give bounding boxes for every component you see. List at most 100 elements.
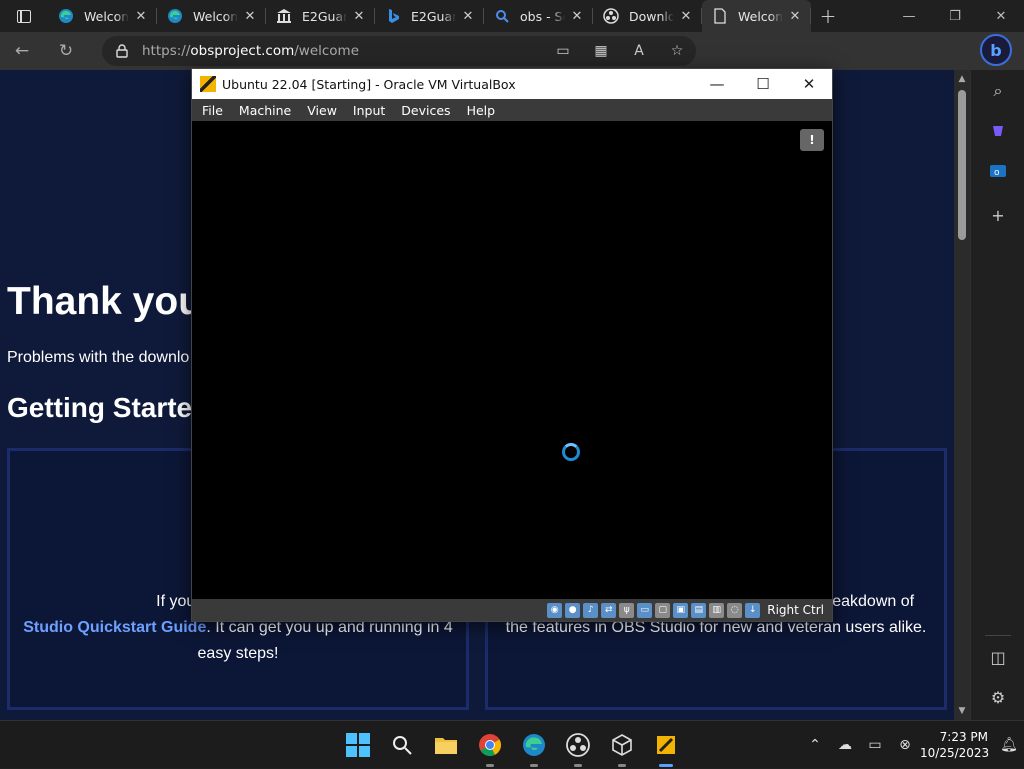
close-tab-icon[interactable]: ✕: [351, 9, 367, 24]
tab-e2guardian-2[interactable]: E2Guardian ✕: [375, 0, 484, 32]
running-indicator: [618, 764, 626, 767]
windows-taskbar: ⌃ ☁ ▭ ⊗ 7:23 PM 10/25/2023 🔔︎: [0, 720, 1024, 768]
vm-maximize-button[interactable]: ☐: [740, 69, 786, 99]
restore-button[interactable]: ❐: [932, 0, 978, 32]
edge-taskbar-icon[interactable]: [518, 729, 550, 767]
shopping-icon[interactable]: [985, 118, 1011, 144]
refresh-button[interactable]: ↻: [44, 32, 88, 70]
tab-strip: Welcome ✕ Welcome ✕ E2Guardian ✕ E2Guard…: [0, 0, 1024, 32]
read-aloud-icon[interactable]: A: [630, 42, 648, 60]
menu-machine[interactable]: Machine: [231, 103, 299, 118]
vm-close-button[interactable]: ✕: [786, 69, 832, 99]
running-indicator: [574, 764, 582, 767]
keyboard-capture-icon[interactable]: ↓: [745, 602, 761, 618]
virtualbox-manager-icon[interactable]: [606, 729, 638, 767]
bell-icon[interactable]: 🔔︎: [994, 737, 1024, 753]
clock[interactable]: 7:23 PM 10/25/2023: [920, 729, 994, 761]
getting-started-heading: Getting Starte: [7, 392, 193, 423]
menu-help[interactable]: Help: [459, 103, 504, 118]
tab-welcome-1[interactable]: Welcome ✕: [48, 0, 157, 32]
tab-actions-button[interactable]: [0, 0, 48, 32]
hard-disk-icon[interactable]: ◉: [547, 602, 563, 618]
card-text: . It can get you up and running in 4 eas…: [197, 619, 453, 662]
tab-download[interactable]: Download ✕: [593, 0, 702, 32]
cpu-icon[interactable]: ▥: [709, 602, 725, 618]
recording-icon[interactable]: ▣: [673, 602, 689, 618]
file-explorer-icon[interactable]: [430, 729, 462, 761]
browser-window-controls: — ❐ ✕: [886, 0, 1024, 32]
close-tab-icon[interactable]: ✕: [242, 9, 258, 24]
menu-input[interactable]: Input: [345, 103, 393, 118]
page-title: Thank you: [7, 280, 203, 323]
obs-taskbar-icon[interactable]: [562, 729, 594, 767]
menu-devices[interactable]: Devices: [393, 103, 458, 118]
outlook-icon[interactable]: o: [985, 158, 1011, 184]
close-tab-icon[interactable]: ✕: [133, 9, 149, 24]
virtualbox-vm-taskbar-icon[interactable]: [650, 729, 682, 767]
network-tray-icon[interactable]: ⊗: [890, 737, 920, 753]
chrome-icon[interactable]: [474, 729, 506, 767]
vm-title-bar[interactable]: Ubuntu 22.04 [Starting] - Oracle VM Virt…: [192, 69, 832, 99]
tab-welcome-active[interactable]: Welcome ✕: [702, 0, 811, 32]
close-tab-icon[interactable]: ✕: [678, 9, 694, 24]
show-hidden-icons-icon[interactable]: ⌃: [800, 737, 830, 753]
audio-icon[interactable]: ♪: [583, 602, 599, 618]
scroll-down-icon[interactable]: ▼: [957, 706, 967, 716]
close-tab-icon[interactable]: ✕: [460, 9, 476, 24]
quickstart-guide-link[interactable]: Studio Quickstart Guide: [23, 619, 206, 636]
tab-obs-search[interactable]: obs - Search ✕: [484, 0, 593, 32]
vm-menubar: File Machine View Input Devices Help: [192, 99, 832, 121]
onedrive-icon[interactable]: ☁: [830, 737, 860, 753]
usb-icon[interactable]: ψ: [619, 602, 635, 618]
vm-statusbar: ◉ ● ♪ ⇄ ψ ▭ ▢ ▣ ▤ ▥ ◌ ↓ Right Ctrl: [192, 599, 832, 621]
close-window-button[interactable]: ✕: [978, 0, 1024, 32]
network-icon[interactable]: ⇄: [601, 602, 617, 618]
vm-window-title: Ubuntu 22.04 [Starting] - Oracle VM Virt…: [222, 76, 516, 92]
vm-display[interactable]: !: [192, 121, 832, 599]
tab-title: E2Guardian: [302, 8, 347, 24]
menu-file[interactable]: File: [194, 103, 231, 118]
tab-welcome-2[interactable]: Welcome ✕: [157, 0, 266, 32]
app-available-icon[interactable]: ▭: [554, 42, 572, 60]
windows-logo-icon: [346, 733, 370, 757]
running-indicator: [530, 764, 538, 767]
edge-icon: [167, 8, 183, 24]
toolbar: ← ↻ https://obsproject.com/welcome ▭ ▦ A…: [0, 32, 1024, 96]
notification-icon[interactable]: !: [800, 129, 824, 151]
menu-view[interactable]: View: [299, 103, 345, 118]
mouse-integration-icon[interactable]: ◌: [727, 602, 743, 618]
obs-icon: [603, 8, 619, 24]
tab-e2guardian-1[interactable]: E2Guardian ✕: [266, 0, 375, 32]
shared-folders-icon[interactable]: ▭: [637, 602, 653, 618]
copilot-button[interactable]: b: [980, 34, 1012, 66]
display-icon[interactable]: ▢: [655, 602, 671, 618]
display-tray-icon[interactable]: ▭: [860, 737, 890, 753]
page-scrollbar[interactable]: ▲ ▼: [954, 70, 970, 720]
minimize-button[interactable]: —: [886, 0, 932, 32]
scroll-up-icon[interactable]: ▲: [957, 74, 967, 84]
vm-minimize-button[interactable]: —: [694, 69, 740, 99]
close-tab-icon[interactable]: ✕: [787, 9, 803, 24]
favorite-star-icon[interactable]: ☆: [668, 42, 686, 60]
hide-sidebar-icon[interactable]: ◫: [985, 644, 1011, 670]
tab-actions-icon: [17, 9, 31, 23]
optical-drive-icon[interactable]: ●: [565, 602, 581, 618]
download-problems-text: Problems with the downlo: [7, 349, 190, 366]
search-icon[interactable]: ⌕: [985, 78, 1011, 104]
start-button[interactable]: [342, 729, 374, 761]
address-bar[interactable]: https://obsproject.com/welcome ▭ ▦ A ☆: [102, 36, 696, 66]
scrollbar-thumb[interactable]: [958, 90, 966, 240]
add-sidebar-item-icon[interactable]: +: [985, 202, 1011, 228]
gear-icon[interactable]: ⚙: [985, 684, 1011, 710]
taskbar-search-icon[interactable]: [386, 729, 418, 761]
url-scheme: https://: [142, 43, 191, 59]
apps-icon[interactable]: ▦: [592, 42, 610, 60]
new-tab-button[interactable]: +: [811, 4, 845, 28]
lock-icon: [116, 44, 128, 58]
close-tab-icon[interactable]: ✕: [569, 9, 585, 24]
edge-icon: [58, 8, 74, 24]
edge-sidebar: ⌕ o + ◫ ⚙: [970, 70, 1024, 720]
back-button[interactable]: ←: [0, 32, 44, 70]
tab-title: E2Guardian: [411, 8, 456, 24]
video-capture-icon[interactable]: ▤: [691, 602, 707, 618]
